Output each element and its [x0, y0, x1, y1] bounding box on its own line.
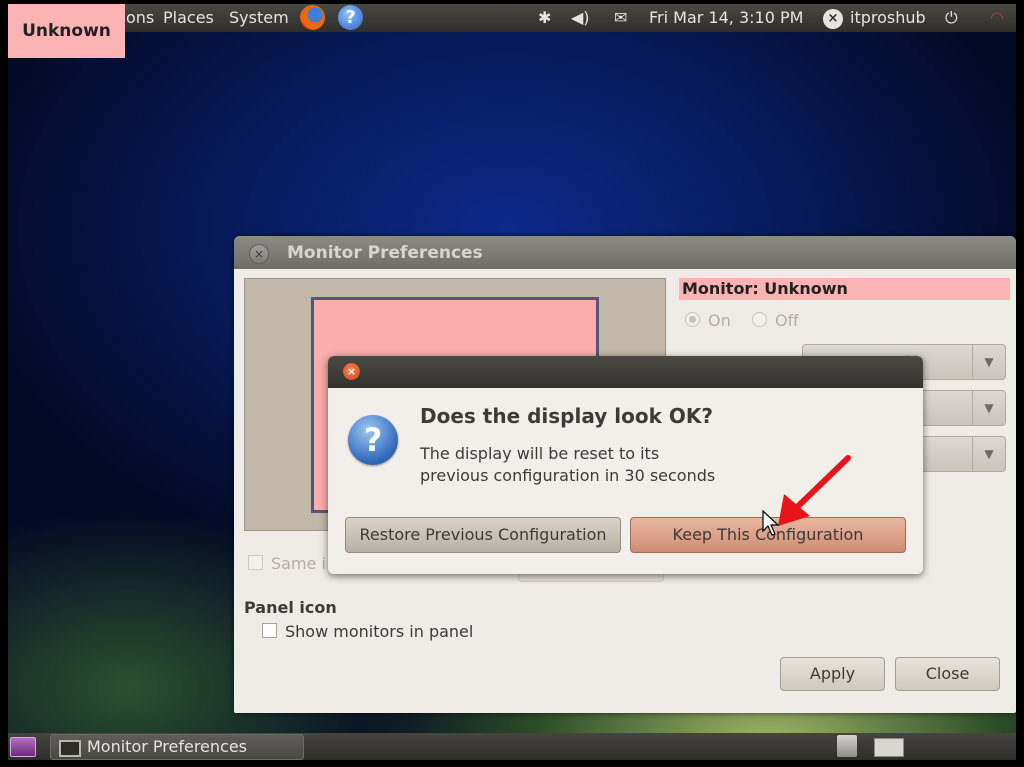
- power-icon[interactable]: ⏻: [945, 8, 958, 28]
- top-panel: ons Places System ? ✱ ◀) ✉ Fri Mar 14, 3…: [8, 4, 1016, 32]
- unknown-monitor-badge: Unknown: [8, 4, 125, 58]
- on-radio[interactable]: On: [685, 311, 731, 330]
- show-monitors-label: Show monitors in panel: [285, 622, 474, 641]
- dialog-message-line-1: The display will be reset to its: [420, 444, 660, 463]
- mouse-cursor-icon: [762, 510, 780, 536]
- dialog-titlebar[interactable]: ×: [328, 356, 923, 388]
- same-image-label: Same i: [271, 554, 326, 573]
- monitor-icon: [59, 740, 81, 757]
- close-icon[interactable]: ×: [343, 363, 360, 380]
- same-image-checkbox-row[interactable]: Same i: [248, 554, 326, 573]
- same-image-checkbox[interactable]: [248, 555, 263, 570]
- taskbar-label: Monitor Preferences: [87, 737, 248, 756]
- user-status-icon[interactable]: ×: [823, 9, 843, 29]
- firefox-icon[interactable]: [300, 5, 325, 30]
- on-label: On: [708, 311, 731, 330]
- username[interactable]: itproshub: [850, 8, 926, 27]
- bluetooth-icon[interactable]: ✱: [538, 8, 551, 27]
- radio-on-indicator[interactable]: [685, 312, 700, 327]
- close-icon[interactable]: ×: [249, 244, 269, 264]
- chevron-down-icon[interactable]: ▼: [972, 345, 1005, 379]
- help-icon[interactable]: ?: [338, 5, 363, 30]
- workspace-switcher-icon[interactable]: [874, 738, 904, 757]
- dialog-message-line-2: previous configuration in 30 seconds: [420, 466, 716, 485]
- apply-button[interactable]: Apply: [780, 657, 885, 691]
- mail-icon[interactable]: ✉: [614, 8, 627, 27]
- system-menu[interactable]: System: [229, 8, 289, 27]
- wifi-icon[interactable]: ◠: [990, 8, 1004, 27]
- show-desktop-icon[interactable]: [10, 737, 36, 757]
- places-menu[interactable]: Places: [163, 8, 214, 27]
- dialog-heading: Does the display look OK?: [420, 404, 713, 428]
- bottom-panel: Monitor Preferences: [8, 733, 1016, 760]
- close-button[interactable]: Close: [895, 657, 1000, 691]
- chevron-down-icon[interactable]: ▼: [972, 437, 1005, 471]
- show-monitors-checkbox[interactable]: [262, 623, 277, 638]
- applications-menu[interactable]: ons: [126, 8, 154, 27]
- taskbar-monitor-preferences[interactable]: Monitor Preferences: [50, 734, 304, 760]
- clock[interactable]: Fri Mar 14, 3:10 PM: [649, 8, 803, 27]
- panel-icon-heading: Panel icon: [244, 598, 337, 617]
- chevron-down-icon[interactable]: ▼: [972, 391, 1005, 425]
- restore-previous-configuration-button[interactable]: Restore Previous Configuration: [345, 517, 621, 553]
- volume-icon[interactable]: ◀): [571, 8, 590, 27]
- show-monitors-row[interactable]: Show monitors in panel: [262, 622, 473, 641]
- trash-icon[interactable]: [837, 735, 857, 757]
- off-label: Off: [775, 311, 799, 330]
- window-titlebar[interactable]: × Monitor Preferences: [234, 236, 1016, 269]
- dialog-message: The display will be reset to its previou…: [420, 443, 715, 487]
- off-radio[interactable]: Off: [752, 311, 799, 330]
- annotation-arrow-icon: [778, 455, 851, 526]
- window-title: Monitor Preferences: [287, 243, 483, 263]
- monitor-name-label: Monitor: Unknown: [679, 278, 1010, 300]
- question-icon: ?: [348, 415, 398, 465]
- radio-off-indicator[interactable]: [752, 312, 767, 327]
